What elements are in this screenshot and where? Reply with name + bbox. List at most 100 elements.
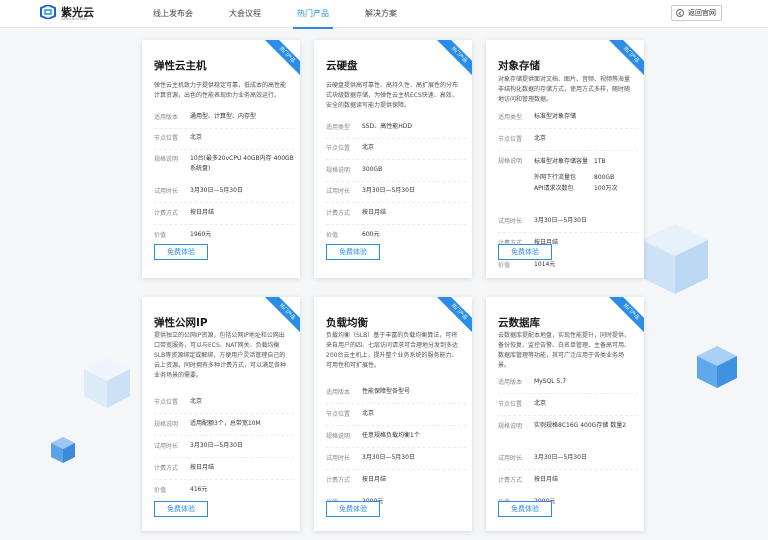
nav-item-launch[interactable]: 线上发布会 xyxy=(153,0,193,28)
spec-value: 10台(最多20vCPU 40GB内存 400GB系统盘) xyxy=(190,155,294,172)
card-title: 云数据库 xyxy=(498,317,540,329)
spec-key: 试用时长 xyxy=(326,188,351,195)
spec-row: 节点位置 北京 xyxy=(498,134,638,151)
spec-key: 试用时长 xyxy=(154,443,179,450)
spec-row: 节点位置 北京 xyxy=(498,399,638,416)
logo[interactable]: 紫光云 UNISCLOUD.COM xyxy=(38,5,94,21)
spec-row: 适用版本 MySQL 5.7 xyxy=(498,377,638,394)
free-trial-button[interactable]: 免费体验 xyxy=(154,244,208,260)
spec-value: 3月30日—5月30日 xyxy=(362,454,415,461)
spec-row: 规格说明 标准型对象存储容量 1TB 外网下行流量包 800GB API请求次数包 1… xyxy=(498,156,638,194)
spec-key: 价值 xyxy=(498,262,511,269)
spec-value: 3月30日—5月30日 xyxy=(534,217,587,224)
spec-key: 适用类型 xyxy=(326,124,351,131)
spec-key: 适用版本 xyxy=(326,389,351,396)
card-title: 云硬盘 xyxy=(326,60,358,72)
spec-value: 标准型对象存储容量 1TB 外网下行流量包 800GB API请求次数包 100万次 xyxy=(534,156,638,194)
spec-subkey: 外网下行流量包 xyxy=(534,174,577,181)
back-to-site-button[interactable]: 返回官网 xyxy=(671,5,722,21)
spec-value: 按日月结 xyxy=(534,476,559,483)
spec-value: 600元 xyxy=(362,231,380,238)
spec-key: 计费方式 xyxy=(154,210,179,217)
logo-subtext: UNISCLOUD.COM xyxy=(61,17,87,21)
spec-key: 节点位置 xyxy=(498,136,523,143)
spec-key: 计费方式 xyxy=(154,465,179,472)
spec-row: 适用版本 性能保障型各型号 xyxy=(326,387,466,404)
spec-row: 节点位置 北京 xyxy=(326,409,466,426)
spec-key: 规格说明 xyxy=(154,421,179,428)
spec-row: 计费方式 按日月结 xyxy=(498,475,638,485)
top-nav-bar: 紫光云 UNISCLOUD.COM 线上发布会 大会议程 热门产品 解决方案 返… xyxy=(0,0,768,29)
spec-key: 适用类型 xyxy=(498,114,523,121)
nav-item-hot-products[interactable]: 热门产品 xyxy=(293,0,333,29)
hot-product-ribbon: 热门产品 xyxy=(434,40,472,80)
spec-value: 3月30日—5月30日 xyxy=(362,187,415,194)
spec-value: 3月30日—5月30日 xyxy=(190,442,243,449)
spec-subkey: 标准型对象存储容量 xyxy=(534,158,589,165)
hot-product-ribbon: 热门产品 xyxy=(606,40,644,80)
spec-value: 1960元 xyxy=(190,231,212,238)
free-trial-button[interactable]: 免费体验 xyxy=(326,501,380,517)
spec-key: 节点位置 xyxy=(154,135,179,142)
spec-subrow: 外网下行流量包 800GB xyxy=(534,172,638,183)
spec-row: 试用时长 3月30日—5月30日 xyxy=(498,216,638,233)
spec-key: 计费方式 xyxy=(326,210,351,217)
spec-value: MySQL 5.7 xyxy=(534,378,567,385)
spec-row: 适用版本 通用型、计算型、内存型 xyxy=(154,112,294,129)
spec-value: 性能保障型各型号 xyxy=(362,388,411,395)
spec-row: 试用时长 3月30日—5月30日 xyxy=(154,186,294,203)
spec-value: 适用配额3个，总带宽10M xyxy=(190,420,261,427)
card-title: 负载均衡 xyxy=(326,317,368,329)
spec-key: 试用时长 xyxy=(498,455,523,462)
spec-key: 试用时长 xyxy=(154,188,179,195)
free-trial-button[interactable]: 免费体验 xyxy=(498,244,552,260)
spec-key: 规格说明 xyxy=(498,158,523,165)
spec-row: 试用时长 3月30日—5月30日 xyxy=(326,186,466,203)
spec-value: 416元 xyxy=(190,486,208,493)
spec-subvalue: 100万次 xyxy=(594,185,618,192)
logo-text: 紫光云 xyxy=(61,5,94,19)
spec-subrow: 标准型对象存储容量 1TB xyxy=(534,156,638,167)
spec-row: 价值 1960元 xyxy=(154,230,294,240)
nav-item-solutions[interactable]: 解决方案 xyxy=(365,0,397,28)
back-to-site-label: 返回官网 xyxy=(688,9,716,17)
spec-value: 任意规格负载均衡1个 xyxy=(362,432,420,439)
card-description: 对象存储提供面对文档、图片、音频、视频等海量非结构化数据的存储方式，使用方式多样… xyxy=(498,76,631,103)
spec-value: 3月30日—5月30日 xyxy=(534,454,587,461)
decorative-cube-icon xyxy=(697,346,737,388)
spec-key: 规格说明 xyxy=(326,433,351,440)
back-arrow-icon xyxy=(676,9,684,17)
spec-row: 试用时长 3月30日—5月30日 xyxy=(326,453,466,470)
spec-row: 节点位置 北京 xyxy=(326,143,466,160)
spec-value: 按日月结 xyxy=(362,476,387,483)
nav-item-agenda[interactable]: 大会议程 xyxy=(229,0,261,28)
spec-subvalue: 1TB xyxy=(594,158,606,165)
spec-key: 节点位置 xyxy=(498,401,523,408)
free-trial-button[interactable]: 免费体验 xyxy=(154,501,208,517)
spec-row: 计费方式 按日月结 xyxy=(326,475,466,485)
spec-row: 规格说明 任意规格负载均衡1个 xyxy=(326,431,466,448)
spec-value: 1014元 xyxy=(534,261,556,268)
spec-row: 计费方式 按日月结 xyxy=(326,208,466,225)
spec-key: 节点位置 xyxy=(326,411,351,418)
spec-value: 通用型、计算型、内存型 xyxy=(190,113,257,120)
spec-value: 北京 xyxy=(190,134,203,141)
card-description: 云数据库提配本地盘，实现性能提升，同时提供、备份恢复、监控告警、白名单管理、主备… xyxy=(498,332,631,369)
spec-key: 规格说明 xyxy=(326,167,351,174)
free-trial-button[interactable]: 免费体验 xyxy=(326,244,380,260)
spec-key: 价值 xyxy=(154,232,167,239)
spec-value: 按日月结 xyxy=(362,209,387,216)
spec-row: 计费方式 按日月结 xyxy=(154,208,294,225)
card-description: 提供独立的公网IP资源，包括公网IP地址和公网出口带宽服务，可以与ECS、NAT… xyxy=(154,332,287,379)
spec-value: 北京 xyxy=(534,400,547,407)
spec-key: 适用版本 xyxy=(498,379,523,386)
spec-subkey: API请求次数包 xyxy=(534,185,574,192)
spec-key: 价值 xyxy=(326,232,339,239)
spec-value: 3月30日—5月30日 xyxy=(190,187,243,194)
free-trial-button[interactable]: 免费体验 xyxy=(498,501,552,517)
decorative-cube-icon xyxy=(84,358,130,408)
spec-row: 节点位置 北京 xyxy=(154,397,294,414)
spec-value: 北京 xyxy=(190,398,203,405)
spec-row: 试用时长 3月30日—5月30日 xyxy=(498,453,638,470)
product-card-load-balancer: 热门产品 负载均衡 负载均衡（SLB）基于丰富的负载均衡算法，可将来自用户的四、… xyxy=(314,297,472,531)
